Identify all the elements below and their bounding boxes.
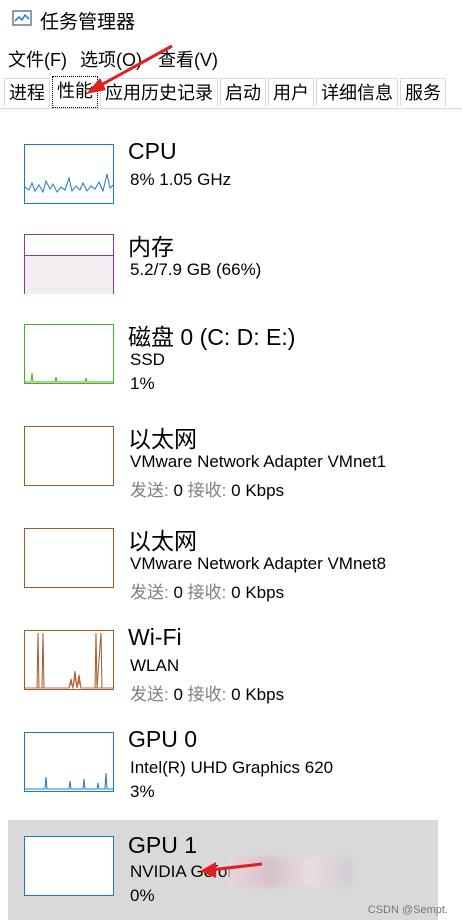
perf-item-detail: 8% 1.05 GHz — [130, 170, 232, 189]
memory-graph — [24, 234, 114, 294]
send-label: 发送: — [130, 583, 169, 602]
tab-details[interactable]: 详细信息 — [316, 78, 398, 106]
perf-item-throughput: 发送: 0 接收: 0 Kbps — [130, 680, 284, 705]
perf-item-detail: 5.2/7.9 GB (66%) — [130, 260, 262, 279]
menu-bar: 文件(F) 选项(O) 查看(V) — [0, 40, 462, 72]
cpu-graph — [24, 144, 114, 204]
perf-item-wifi[interactable]: Wi-Fi WLAN 发送: 0 接收: 0 Kbps — [8, 620, 438, 720]
tab-bar: 进程 性能 应用历史记录 启动 用户 详细信息 服务 — [0, 74, 462, 109]
perf-item-memory[interactable]: 内存 5.2/7.9 GB (66%) — [8, 224, 438, 324]
tab-users[interactable]: 用户 — [268, 78, 314, 106]
perf-item-name: Wi-Fi — [128, 624, 182, 650]
perf-item-detail: SSD — [130, 350, 165, 369]
perf-item-throughput: 发送: 0 接收: 0 Kbps — [130, 476, 284, 501]
perf-item-usage: 1% — [130, 374, 155, 393]
recv-label: 接收: — [187, 583, 227, 602]
perf-item-usage: 0% — [130, 886, 155, 905]
gpu0-graph — [24, 732, 114, 792]
window-title: 任务管理器 — [40, 12, 136, 33]
perf-item-detail: VMware Network Adapter VMnet8 — [130, 554, 387, 573]
perf-item-usage: 3% — [130, 782, 155, 801]
menu-file[interactable]: 文件(F) — [8, 46, 67, 72]
recv-value: 0 Kbps — [231, 685, 285, 704]
scrollbar[interactable] — [440, 112, 462, 924]
recv-label: 接收: — [187, 481, 227, 500]
perf-item-detail: WLAN — [130, 656, 180, 675]
send-value: 0 — [173, 481, 183, 500]
send-value: 0 — [173, 685, 183, 704]
perf-item-ethernet-vmnet1[interactable]: 以太网 VMware Network Adapter VMnet1 发送: 0 … — [8, 416, 438, 516]
menu-view[interactable]: 查看(V) — [158, 46, 218, 72]
perf-item-gpu0[interactable]: GPU 0 Intel(R) UHD Graphics 620 3% — [8, 722, 438, 822]
recv-value: 0 Kbps — [231, 481, 285, 500]
disk-graph — [24, 324, 114, 384]
perf-item-name: 内存 — [128, 234, 174, 260]
perf-item-disk[interactable]: 磁盘 0 (C: D: E:) SSD 1% — [8, 314, 438, 414]
perf-item-name: 以太网 — [128, 426, 197, 452]
send-label: 发送: — [130, 685, 169, 704]
perf-item-throughput: 发送: 0 接收: 0 Kbps — [130, 578, 284, 603]
recv-value: 0 Kbps — [231, 583, 285, 602]
perf-item-detail: Intel(R) UHD Graphics 620 — [130, 758, 334, 777]
send-value: 0 — [173, 583, 183, 602]
wifi-graph — [24, 630, 114, 690]
recv-label: 接收: — [187, 685, 227, 704]
perf-item-name: 磁盘 0 (C: D: E:) — [128, 324, 296, 350]
perf-item-detail: VMware Network Adapter VMnet1 — [130, 452, 387, 471]
tab-app-history[interactable]: 应用历史记录 — [100, 78, 218, 106]
task-manager-icon — [12, 10, 32, 26]
performance-list: CPU 8% 1.05 GHz 内存 5.2/7.9 GB (66%) 磁盘 0… — [0, 112, 440, 924]
perf-item-name: GPU 0 — [128, 726, 198, 752]
perf-item-name: CPU — [128, 138, 177, 164]
tab-processes[interactable]: 进程 — [4, 78, 50, 106]
perf-item-name: GPU 1 — [128, 832, 198, 858]
ethernet-graph — [24, 426, 114, 486]
title-bar: 任务管理器 — [0, 0, 462, 38]
send-label: 发送: — [130, 481, 169, 500]
perf-item-ethernet-vmnet8[interactable]: 以太网 VMware Network Adapter VMnet8 发送: 0 … — [8, 518, 438, 618]
perf-item-cpu[interactable]: CPU 8% 1.05 GHz — [8, 134, 438, 234]
menu-options[interactable]: 选项(O) — [80, 46, 142, 72]
tab-performance[interactable]: 性能 — [52, 76, 98, 108]
redaction-blur — [228, 857, 352, 887]
ethernet-graph — [24, 528, 114, 588]
watermark: CSDN @Sempt. — [367, 904, 448, 916]
tab-services[interactable]: 服务 — [400, 78, 446, 106]
gpu1-graph — [24, 836, 114, 896]
tab-startup[interactable]: 启动 — [220, 78, 266, 106]
perf-item-name: 以太网 — [128, 528, 197, 554]
